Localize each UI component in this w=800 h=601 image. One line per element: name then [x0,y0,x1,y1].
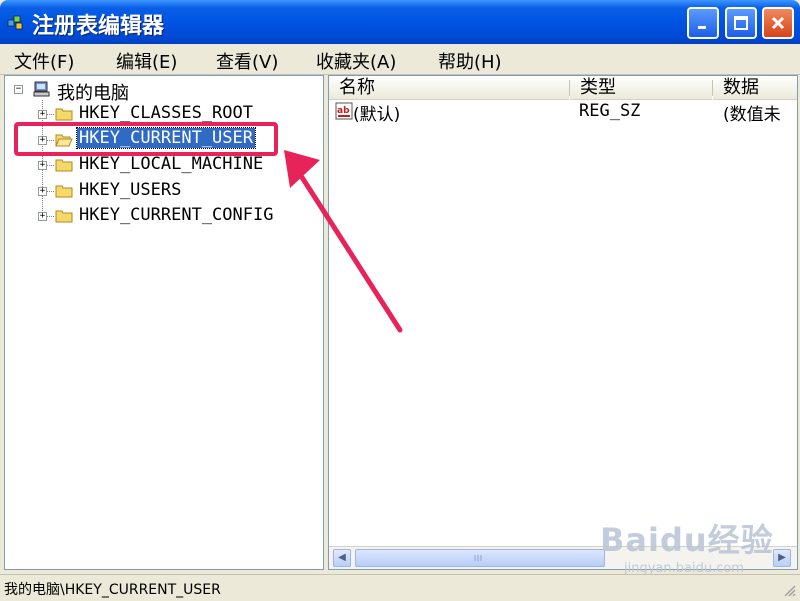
collapse-toggle[interactable]: − [14,85,23,94]
expand-toggle[interactable]: + [38,212,47,221]
maximize-icon [734,16,748,30]
tree-item-hkey-users[interactable]: HKEY_USERS [79,180,181,200]
menu-favorites[interactable]: 收藏夹(A) [316,48,396,74]
list-item[interactable]: ab (默认) REG_SZ (数值未 [329,100,797,125]
title-bar[interactable]: 注册表编辑器 [0,0,800,44]
column-header-name[interactable]: 名称 [329,76,569,100]
maximize-button[interactable] [725,7,757,39]
column-header-type[interactable]: 类型 [570,76,712,100]
annotation-arrow-icon [284,150,403,333]
reg-sz-value-icon: ab [335,102,353,120]
folder-icon [55,185,73,198]
annotation-highlight-box [14,122,278,156]
grip-icon [474,555,482,561]
tree-item-hkey-current-config[interactable]: HKEY_CURRENT_CONFIG [79,205,273,225]
resize-grip-icon[interactable] [782,583,796,597]
scroll-left-button[interactable]: ◀ [333,549,351,567]
status-path: 我的电脑\HKEY_CURRENT_USER [4,582,221,598]
expand-toggle[interactable]: + [38,110,47,119]
expand-toggle[interactable]: + [38,161,47,170]
close-icon [771,16,785,30]
folder-icon [55,210,73,223]
status-bar: 我的电脑\HKEY_CURRENT_USER [0,574,800,601]
value-type: REG_SZ [579,101,641,121]
menu-bar: 文件(F) 编辑(E) 查看(V) 收藏夹(A) 帮助(H) [0,44,800,75]
folder-icon [55,108,73,121]
window-title: 注册表编辑器 [32,14,165,39]
tree-root-my-computer[interactable]: 我的电脑 [57,79,129,105]
registry-editor-icon [7,15,23,30]
minimize-icon [698,26,706,29]
scroll-right-button[interactable]: ▶ [773,549,791,567]
expand-toggle[interactable]: + [38,187,47,196]
folder-icon [55,159,73,172]
menu-edit[interactable]: 编辑(E) [116,48,177,74]
tree-item-hkey-local-machine[interactable]: HKEY_LOCAL_MACHINE [79,154,263,174]
close-button[interactable] [762,7,794,39]
menu-file[interactable]: 文件(F) [14,48,74,74]
svg-text:ab: ab [337,106,350,116]
value-name: (默认) [353,105,401,125]
watermark: Baidu经验 jingyan.baidu.com [600,515,774,576]
column-header-data[interactable]: 数据 [713,76,797,100]
watermark-brand: Baidu经验 [600,521,774,559]
value-data: (数值未 [723,105,781,125]
menu-view[interactable]: 查看(V) [216,48,278,74]
minimize-button[interactable] [687,7,719,39]
computer-icon [33,81,50,97]
scroll-thumb[interactable] [355,549,605,567]
menu-help[interactable]: 帮助(H) [438,48,502,74]
tree-item-hkey-classes-root[interactable]: HKEY_CLASSES_ROOT [79,103,253,123]
